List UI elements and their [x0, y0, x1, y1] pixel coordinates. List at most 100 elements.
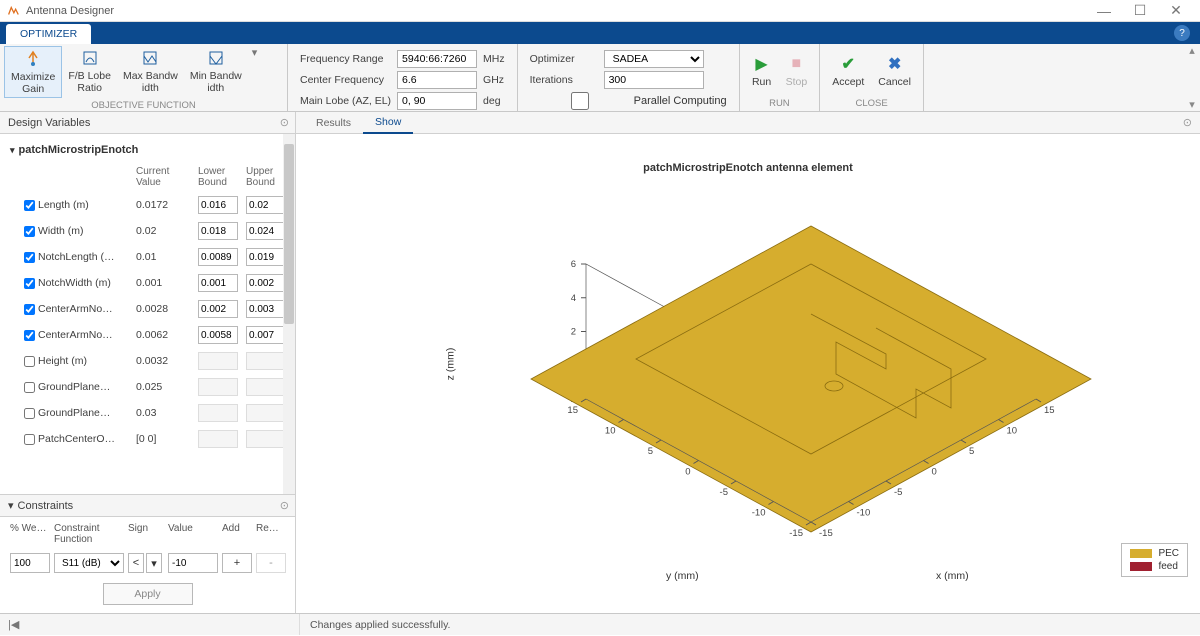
dv-checkbox[interactable] — [24, 278, 35, 289]
dv-checkbox[interactable] — [24, 252, 35, 263]
tab-optimizer[interactable]: OPTIMIZER — [6, 24, 91, 44]
app-title: Antenna Designer — [26, 5, 1086, 17]
dv-checkbox[interactable] — [24, 226, 35, 237]
max-bw-icon — [140, 48, 160, 68]
constraints-header[interactable]: ▾Constraints ⊙ — [0, 495, 295, 517]
constraint-value-input[interactable] — [168, 553, 218, 573]
dv-name: PatchCenterO… — [38, 433, 115, 445]
dv-lower-input[interactable] — [198, 352, 238, 370]
tab-show[interactable]: Show — [363, 112, 413, 134]
dv-checkbox[interactable] — [24, 434, 35, 445]
svg-text:2: 2 — [571, 327, 576, 338]
parallel-checkbox[interactable] — [530, 92, 630, 110]
minimize-button[interactable]: — — [1086, 1, 1122, 21]
maximize-gain-button[interactable]: Maximize Gain — [4, 46, 62, 98]
dv-lower-input[interactable] — [198, 300, 238, 318]
dv-lower-input[interactable] — [198, 222, 238, 240]
gain-icon — [23, 49, 43, 69]
constraint-weight-input[interactable] — [10, 553, 50, 573]
dv-upper-input[interactable] — [246, 300, 283, 318]
gear-icon[interactable]: ⊙ — [280, 499, 289, 512]
dv-lower-input[interactable] — [198, 378, 238, 396]
dv-checkbox[interactable] — [24, 330, 35, 341]
dv-checkbox[interactable] — [24, 408, 35, 419]
stop-button[interactable]: ■ Stop — [780, 52, 814, 90]
dv-current-value: 0.02 — [136, 225, 190, 237]
dv-name: NotchLength (… — [38, 251, 114, 263]
svg-text:-10: -10 — [752, 508, 766, 519]
svg-text:4: 4 — [571, 293, 576, 304]
run-button[interactable]: ▶ Run — [746, 52, 778, 90]
dv-lower-input[interactable] — [198, 274, 238, 292]
ribbon-collapse-down[interactable]: ▾ — [1186, 98, 1198, 111]
dv-lower-input[interactable] — [198, 248, 238, 266]
max-bandwidth-button[interactable]: Max Bandw idth — [117, 46, 184, 96]
plot-title: patchMicrostripEnotch antenna element — [643, 162, 853, 174]
dv-upper-input[interactable] — [246, 196, 283, 214]
accept-button[interactable]: ✔ Accept — [826, 52, 870, 90]
dv-upper-input[interactable] — [246, 326, 283, 344]
dv-name: Length (m) — [38, 199, 89, 211]
maximize-button[interactable]: ☐ — [1122, 1, 1158, 21]
scrollbar-thumb[interactable] — [284, 144, 294, 324]
dv-row: Length (m) 0.0172 — [0, 192, 283, 218]
plot-area[interactable]: patchMicrostripEnotch antenna element -2… — [296, 134, 1200, 613]
dv-row: Height (m)0.0032 — [0, 348, 283, 374]
dv-row: Width (m)0.02 — [0, 218, 283, 244]
gear-icon[interactable]: ⊙ — [280, 116, 289, 129]
matlab-icon — [6, 4, 20, 18]
dv-checkbox[interactable] — [24, 356, 35, 367]
dv-upper-input[interactable] — [246, 222, 283, 240]
ribbon-collapse-up[interactable]: ▴ — [1186, 44, 1198, 57]
svg-text:5: 5 — [648, 446, 653, 457]
dv-current-value: 0.0172 — [136, 199, 190, 211]
z-axis-label: z (mm) — [444, 348, 456, 381]
main-area: Design Variables ⊙ patchMicrostripEnotch… — [0, 112, 1200, 613]
plot-legend: PEC feed — [1121, 543, 1188, 577]
dv-name: NotchWidth (m) — [38, 277, 111, 289]
titlebar: Antenna Designer — ☐ ✕ — [0, 0, 1200, 22]
dv-upper-input[interactable] — [246, 430, 283, 448]
fb-lobe-ratio-button[interactable]: F/B Lobe Ratio — [62, 46, 117, 96]
constraint-sign-button[interactable]: < — [128, 553, 144, 573]
cancel-button[interactable]: ✖ Cancel — [872, 52, 917, 90]
dv-scrollbar[interactable] — [283, 134, 295, 494]
constraint-sign-dropdown[interactable]: ▾ — [146, 553, 162, 573]
dv-lower-input[interactable] — [198, 196, 238, 214]
main-lobe-input[interactable] — [397, 92, 477, 110]
dv-upper-input[interactable] — [246, 274, 283, 292]
freq-range-input[interactable] — [397, 50, 477, 68]
close-window-button[interactable]: ✕ — [1158, 1, 1194, 21]
run-group-label: RUN — [740, 96, 820, 111]
min-bandwidth-button[interactable]: Min Bandw idth — [184, 46, 248, 96]
dv-checkbox[interactable] — [24, 382, 35, 393]
objective-dropdown[interactable]: ▾ — [248, 46, 262, 59]
apply-button[interactable]: Apply — [103, 583, 193, 605]
y-axis-label: y (mm) — [666, 570, 699, 582]
dv-upper-input[interactable] — [246, 248, 283, 266]
gear-icon[interactable]: ⊙ — [1183, 116, 1192, 129]
dv-lower-input[interactable] — [198, 326, 238, 344]
iterations-input[interactable] — [604, 71, 704, 89]
dv-lower-input[interactable] — [198, 404, 238, 422]
dv-current-value: 0.025 — [136, 381, 190, 393]
dv-checkbox[interactable] — [24, 200, 35, 211]
dv-checkbox[interactable] — [24, 304, 35, 315]
dv-lower-input[interactable] — [198, 430, 238, 448]
dv-section-toggle[interactable]: patchMicrostripEnotch — [0, 138, 283, 162]
optimizer-select[interactable]: SADEA — [604, 50, 704, 68]
dv-name: Height (m) — [38, 355, 87, 367]
dv-upper-input[interactable] — [246, 404, 283, 422]
center-freq-input[interactable] — [397, 71, 477, 89]
x-axis-label: x (mm) — [936, 570, 969, 582]
svg-text:-5: -5 — [894, 487, 902, 498]
dv-upper-input[interactable] — [246, 352, 283, 370]
help-button[interactable]: ? — [1174, 25, 1190, 41]
constraint-remove-button[interactable]: - — [256, 553, 286, 573]
nav-first-button[interactable]: |◀ — [0, 614, 300, 635]
constraint-func-select[interactable]: S11 (dB) — [54, 553, 124, 573]
tab-results[interactable]: Results — [304, 113, 363, 133]
dv-upper-input[interactable] — [246, 378, 283, 396]
constraint-add-button[interactable]: + — [222, 553, 252, 573]
dv-row: CenterArmNo…0.0028 — [0, 296, 283, 322]
